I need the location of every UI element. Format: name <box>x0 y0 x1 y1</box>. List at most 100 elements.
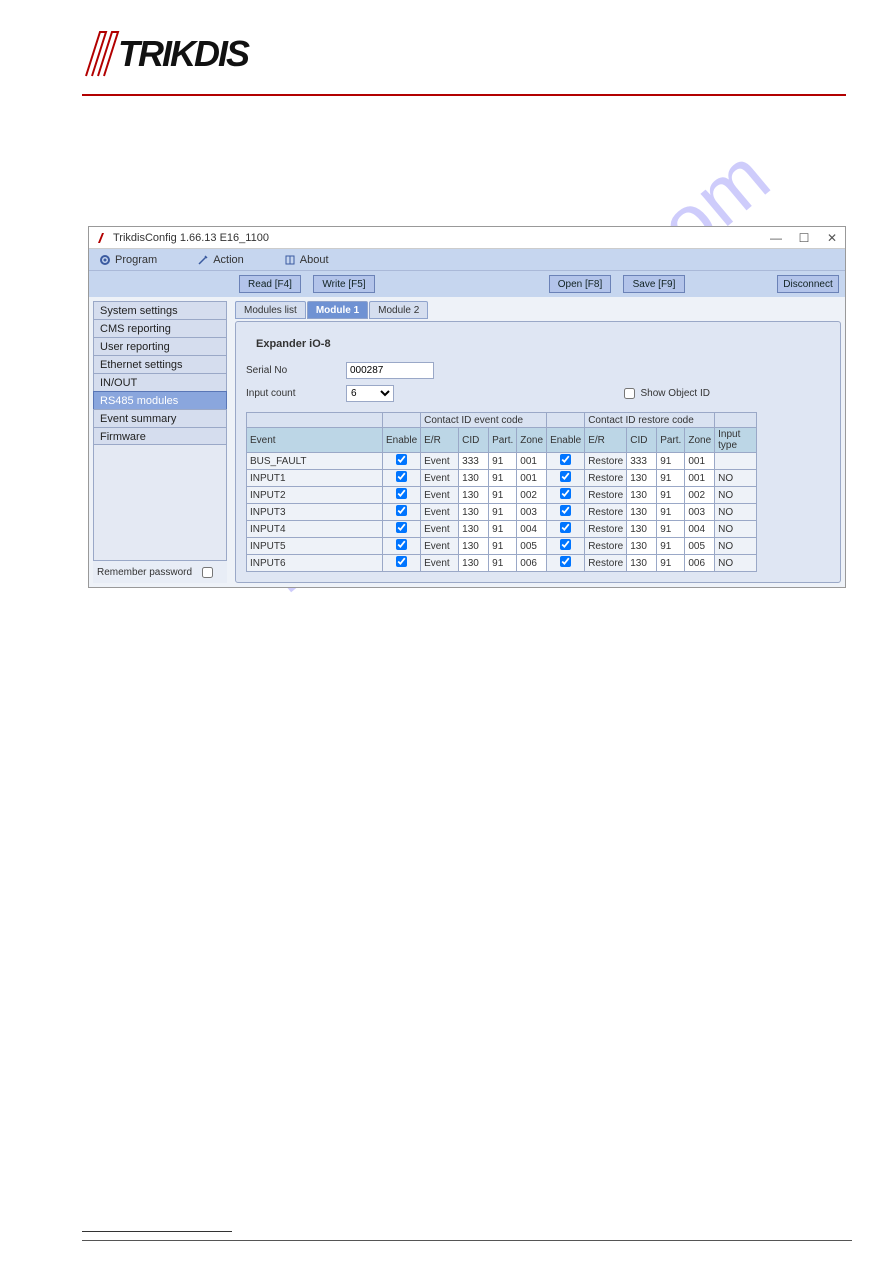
er-restore: Restore <box>585 504 627 521</box>
menu-about[interactable]: About <box>284 254 329 266</box>
close-button[interactable]: ✕ <box>825 231 839 245</box>
serial-label: Serial No <box>246 365 326 376</box>
cid-event[interactable]: 130 <box>459 555 489 572</box>
er-event: Event <box>421 470 459 487</box>
part-event[interactable]: 91 <box>489 521 517 538</box>
sidebar-item-rs485-modules[interactable]: RS485 modules <box>93 391 227 410</box>
cid-event[interactable]: 333 <box>459 453 489 470</box>
enable-restore-checkbox-cell <box>547 538 585 555</box>
maximize-button[interactable]: ☐ <box>797 231 811 245</box>
enable-restore-checkbox[interactable] <box>560 522 571 533</box>
enable-event-checkbox-cell <box>383 538 421 555</box>
part-restore[interactable]: 91 <box>657 487 685 504</box>
window-title: TrikdisConfig 1.66.13 E16_1100 <box>113 232 269 244</box>
zone-restore[interactable]: 005 <box>685 538 715 555</box>
part-event[interactable]: 91 <box>489 538 517 555</box>
enable-restore-checkbox[interactable] <box>560 505 571 516</box>
zone-restore[interactable]: 001 <box>685 470 715 487</box>
show-object-id-checkbox[interactable] <box>624 388 635 399</box>
zone-event[interactable]: 006 <box>517 555 547 572</box>
disconnect-button[interactable]: Disconnect <box>777 275 839 293</box>
part-restore[interactable]: 91 <box>657 555 685 572</box>
zone-restore[interactable]: 001 <box>685 453 715 470</box>
part-restore[interactable]: 91 <box>657 470 685 487</box>
part-restore[interactable]: 91 <box>657 453 685 470</box>
enable-event-checkbox[interactable] <box>396 505 407 516</box>
enable-restore-checkbox[interactable] <box>560 488 571 499</box>
open-button[interactable]: Open [F8] <box>549 275 611 293</box>
zone-restore[interactable]: 006 <box>685 555 715 572</box>
enable-restore-checkbox[interactable] <box>560 556 571 567</box>
zone-event[interactable]: 001 <box>517 470 547 487</box>
table-row: INPUT1Event13091001Restore13091001NO <box>247 470 757 487</box>
sidebar-item-ethernet-settings[interactable]: Ethernet settings <box>93 355 227 374</box>
enable-restore-checkbox[interactable] <box>560 454 571 465</box>
cid-restore[interactable]: 130 <box>627 470 657 487</box>
tab-module-2[interactable]: Module 2 <box>369 301 428 319</box>
input-count-select[interactable]: 6 <box>346 385 394 402</box>
cid-restore[interactable]: 130 <box>627 504 657 521</box>
zone-event[interactable]: 004 <box>517 521 547 538</box>
enable-restore-checkbox[interactable] <box>560 539 571 550</box>
tab-modules-list[interactable]: Modules list <box>235 301 306 319</box>
sidebar: System settingsCMS reportingUser reporti… <box>89 297 231 587</box>
part-event[interactable]: 91 <box>489 487 517 504</box>
enable-event-checkbox[interactable] <box>396 556 407 567</box>
menu-program[interactable]: Program <box>99 254 157 266</box>
part-event[interactable]: 91 <box>489 453 517 470</box>
menubar: Program Action About <box>89 249 845 271</box>
zone-restore[interactable]: 004 <box>685 521 715 538</box>
logo-bolt-icon <box>82 26 122 82</box>
cid-restore[interactable]: 130 <box>627 487 657 504</box>
cid-restore[interactable]: 130 <box>627 521 657 538</box>
part-event[interactable]: 91 <box>489 555 517 572</box>
part-restore[interactable]: 91 <box>657 521 685 538</box>
sidebar-item-user-reporting[interactable]: User reporting <box>93 337 227 356</box>
zone-event[interactable]: 003 <box>517 504 547 521</box>
cid-restore[interactable]: 130 <box>627 555 657 572</box>
zone-restore[interactable]: 002 <box>685 487 715 504</box>
input-type: NO <box>715 504 757 521</box>
sidebar-item-cms-reporting[interactable]: CMS reporting <box>93 319 227 338</box>
cid-event[interactable]: 130 <box>459 470 489 487</box>
enable-event-checkbox[interactable] <box>396 522 407 533</box>
sidebar-item-event-summary[interactable]: Event summary <box>93 409 227 428</box>
cid-restore[interactable]: 130 <box>627 538 657 555</box>
sidebar-item-in-out[interactable]: IN/OUT <box>93 373 227 392</box>
serial-input[interactable] <box>346 362 434 379</box>
write-button[interactable]: Write [F5] <box>313 275 375 293</box>
zone-event[interactable]: 001 <box>517 453 547 470</box>
enable-event-checkbox[interactable] <box>396 454 407 465</box>
remember-password-checkbox[interactable] <box>202 567 213 578</box>
event-name: INPUT4 <box>247 521 383 538</box>
minimize-button[interactable]: — <box>769 231 783 245</box>
part-restore[interactable]: 91 <box>657 504 685 521</box>
enable-event-checkbox[interactable] <box>396 539 407 550</box>
er-event: Event <box>421 555 459 572</box>
part-restore[interactable]: 91 <box>657 538 685 555</box>
menu-action[interactable]: Action <box>197 254 244 266</box>
col-cid-8: CID <box>627 428 657 453</box>
module-panel: Expander iO-8 Serial No Input count 6 Sh… <box>235 321 841 583</box>
enable-event-checkbox[interactable] <box>396 488 407 499</box>
cid-event[interactable]: 130 <box>459 538 489 555</box>
sidebar-fill <box>93 444 227 561</box>
zone-restore[interactable]: 003 <box>685 504 715 521</box>
zone-event[interactable]: 002 <box>517 487 547 504</box>
zone-event[interactable]: 005 <box>517 538 547 555</box>
cid-event[interactable]: 130 <box>459 521 489 538</box>
event-name: INPUT1 <box>247 470 383 487</box>
cid-event[interactable]: 130 <box>459 504 489 521</box>
cid-restore[interactable]: 333 <box>627 453 657 470</box>
part-event[interactable]: 91 <box>489 470 517 487</box>
sidebar-item-system-settings[interactable]: System settings <box>93 301 227 320</box>
cid-event[interactable]: 130 <box>459 487 489 504</box>
save-button[interactable]: Save [F9] <box>623 275 685 293</box>
read-button[interactable]: Read [F4] <box>239 275 301 293</box>
enable-event-checkbox[interactable] <box>396 471 407 482</box>
table-row: INPUT3Event13091003Restore13091003NO <box>247 504 757 521</box>
enable-event-checkbox-cell <box>383 504 421 521</box>
enable-restore-checkbox[interactable] <box>560 471 571 482</box>
part-event[interactable]: 91 <box>489 504 517 521</box>
tab-module-1[interactable]: Module 1 <box>307 301 368 319</box>
